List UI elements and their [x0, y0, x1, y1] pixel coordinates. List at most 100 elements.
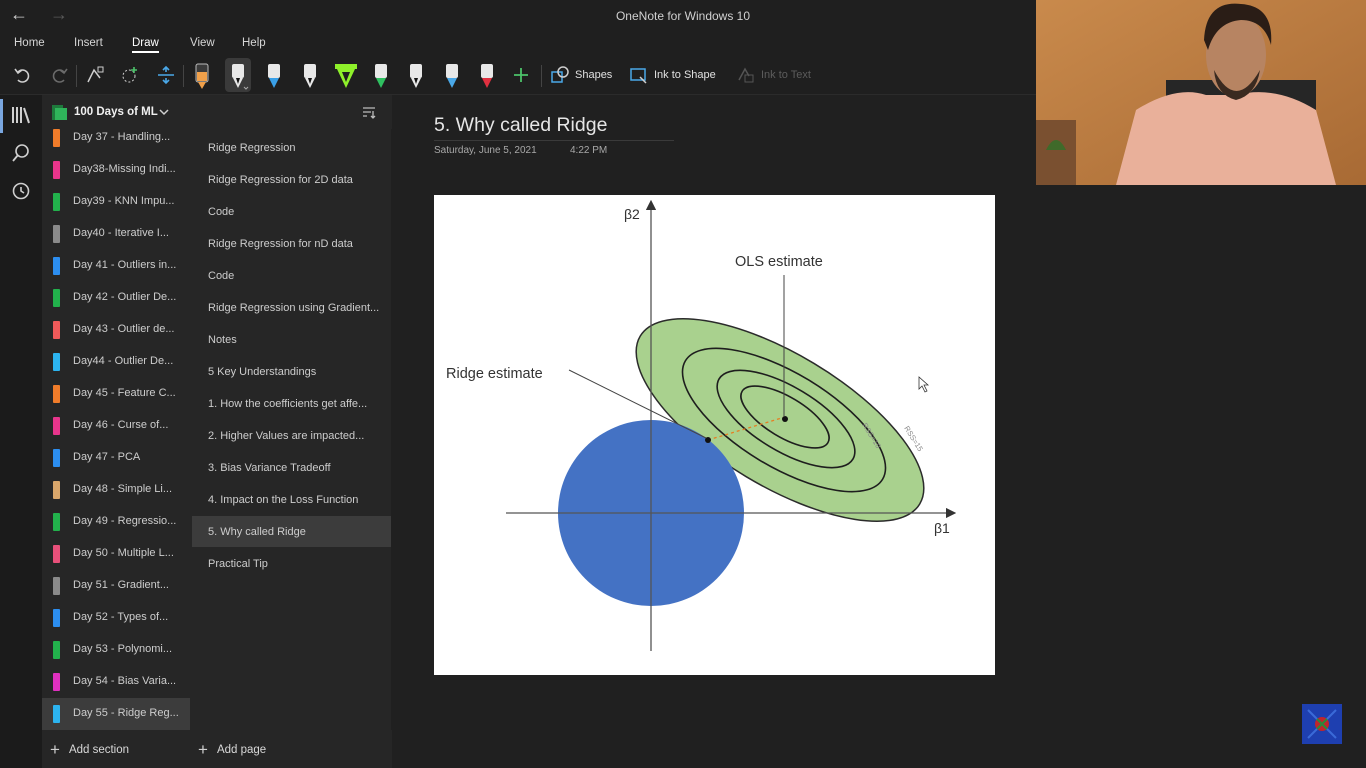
page-title[interactable]: 5. Why called Ridge: [434, 114, 674, 141]
menu-draw[interactable]: Draw: [132, 37, 159, 53]
ink-to-shape-button[interactable]: Ink to Shape: [654, 69, 716, 81]
section-item[interactable]: Day40 - Iterative I...: [42, 218, 190, 250]
page-label: 3. Bias Variance Tradeoff: [208, 462, 331, 474]
section-item[interactable]: Day39 - KNN Impu...: [42, 186, 190, 218]
section-item[interactable]: Day38-Missing Indi...: [42, 154, 190, 186]
recent-notes-icon[interactable]: [9, 179, 33, 203]
section-color-tab: [53, 705, 60, 723]
page-item[interactable]: 2. Higher Values are impacted...: [192, 420, 391, 451]
section-color-tab: [53, 545, 60, 563]
notebook-name[interactable]: 100 Days of ML: [74, 106, 158, 118]
section-label: Day 52 - Types of...: [73, 611, 169, 623]
section-item[interactable]: Day 41 - Outliers in...: [42, 250, 190, 282]
page-item[interactable]: Code: [192, 196, 391, 227]
section-label: Day 41 - Outliers in...: [73, 259, 177, 271]
section-label: Day 53 - Polynomi...: [73, 643, 173, 655]
section-item[interactable]: Day 45 - Feature C...: [42, 378, 190, 410]
page-label: Ridge Regression: [208, 142, 296, 154]
page-item[interactable]: 5. Why called Ridge: [192, 516, 391, 547]
chevron-down-icon[interactable]: [159, 108, 169, 116]
page-item[interactable]: Notes: [192, 324, 391, 355]
section-label: Day 54 - Bias Varia...: [73, 675, 177, 687]
page-item[interactable]: Ridge Regression: [192, 132, 391, 163]
page-label: 5. Why called Ridge: [208, 526, 306, 538]
page-item[interactable]: Ridge Regression for 2D data: [192, 164, 391, 195]
pen-white-icon[interactable]: [297, 58, 323, 92]
section-label: Day 55 - Ridge Reg...: [73, 707, 179, 719]
page-label: Ridge Regression using Gradient...: [208, 302, 380, 314]
section-item[interactable]: Day 52 - Types of...: [42, 602, 190, 634]
menu-help[interactable]: Help: [242, 37, 266, 49]
page-label: Practical Tip: [208, 558, 268, 570]
add-shape-icon[interactable]: [119, 64, 141, 86]
shapes-button[interactable]: Shapes: [575, 69, 612, 81]
page-label: 2. Higher Values are impacted...: [208, 430, 365, 442]
ink-to-text-button[interactable]: Ink to Text: [761, 69, 811, 81]
pen-orange-icon[interactable]: [189, 58, 215, 92]
pen-light-blue-icon[interactable]: [439, 58, 465, 92]
section-item[interactable]: Day 55 - Ridge Reg...: [42, 698, 190, 730]
page-item[interactable]: Ridge Regression for nD data: [192, 228, 391, 259]
shapes-icon[interactable]: [549, 64, 571, 86]
section-item[interactable]: Day 53 - Polynomi...: [42, 634, 190, 666]
undo-icon[interactable]: [12, 64, 34, 86]
section-item[interactable]: Day 42 - Outlier De...: [42, 282, 190, 314]
add-page-button[interactable]: + Add page: [198, 740, 266, 760]
page-item[interactable]: 1. How the coefficients get affe...: [192, 388, 391, 419]
notebook-header: 100 Days of ML: [42, 95, 392, 129]
section-item[interactable]: Day 47 - PCA: [42, 442, 190, 474]
section-color-tab: [53, 385, 60, 403]
ink-to-shape-icon[interactable]: [628, 64, 650, 86]
search-icon[interactable]: [9, 141, 33, 165]
page-item[interactable]: 3. Bias Variance Tradeoff: [192, 452, 391, 483]
section-item[interactable]: Day44 - Outlier De...: [42, 346, 190, 378]
add-section-button[interactable]: + Add section: [50, 740, 129, 760]
section-color-tab: [53, 577, 60, 595]
section-label: Day 37 - Handling...: [73, 131, 171, 143]
section-item[interactable]: Day 37 - Handling...: [42, 129, 190, 154]
section-item[interactable]: Day 43 - Outlier de...: [42, 314, 190, 346]
section-item[interactable]: Day 51 - Gradient...: [42, 570, 190, 602]
page-date: Saturday, June 5, 2021: [434, 145, 537, 156]
notebooks-icon[interactable]: [9, 103, 33, 127]
ridge-estimate-label: Ridge estimate: [446, 366, 543, 382]
ink-to-text-icon[interactable]: [735, 64, 757, 86]
pen-green-icon[interactable]: [368, 58, 394, 92]
pen-black-selected-icon[interactable]: [225, 58, 251, 92]
page-item[interactable]: Practical Tip: [192, 548, 391, 579]
section-item[interactable]: Day 50 - Multiple L...: [42, 538, 190, 570]
add-pen-icon[interactable]: [510, 64, 532, 86]
section-color-tab: [53, 481, 60, 499]
mouse-cursor-icon: [918, 376, 930, 393]
section-item[interactable]: Day 46 - Curse of...: [42, 410, 190, 442]
menu-view[interactable]: View: [190, 37, 215, 49]
section-color-tab: [53, 641, 60, 659]
section-item[interactable]: Day 48 - Simple Li...: [42, 474, 190, 506]
ridge-diagram-image[interactable]: β2 β1 OLS estimate Ridge estimate RSS=10…: [434, 195, 995, 675]
highlighter-green-icon[interactable]: [332, 58, 358, 92]
pen-blue-icon[interactable]: [261, 58, 287, 92]
insert-space-icon[interactable]: [155, 64, 177, 86]
section-color-tab: [53, 257, 60, 275]
menu-insert[interactable]: Insert: [74, 37, 103, 49]
redo-icon[interactable]: [48, 64, 70, 86]
page-item[interactable]: 5 Key Understandings: [192, 356, 391, 387]
section-item[interactable]: Day 49 - Regressio...: [42, 506, 190, 538]
page-item[interactable]: Ridge Regression using Gradient...: [192, 292, 391, 323]
page-label: 4. Impact on the Loss Function: [208, 494, 359, 506]
pen-white-2-icon[interactable]: [403, 58, 429, 92]
ridge-diagram-svg: β2 β1 OLS estimate Ridge estimate RSS=10…: [446, 199, 957, 651]
page-item[interactable]: 4. Impact on the Loss Function: [192, 484, 391, 515]
section-color-tab: [53, 353, 60, 371]
section-item[interactable]: Day 54 - Bias Varia...: [42, 666, 190, 698]
section-label: Day 45 - Feature C...: [73, 387, 176, 399]
pen-red-icon[interactable]: [474, 58, 500, 92]
beta1-axis-label: β1: [934, 520, 950, 536]
sort-icon[interactable]: [362, 105, 376, 119]
lasso-select-icon[interactable]: [84, 64, 106, 86]
section-color-tab: [53, 289, 60, 307]
ribbon-divider: [183, 65, 184, 87]
page-item[interactable]: Code: [192, 260, 391, 291]
presenter-video: [1036, 0, 1366, 185]
menu-home[interactable]: Home: [14, 37, 45, 49]
